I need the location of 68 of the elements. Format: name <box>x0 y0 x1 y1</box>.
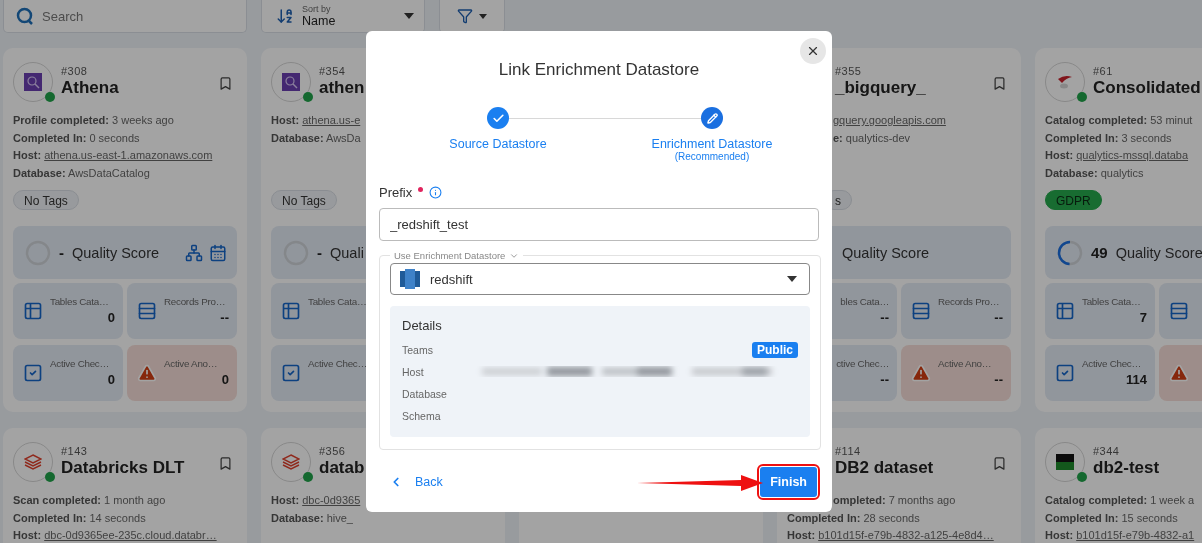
detail-label: Schema <box>402 410 442 422</box>
quality-label: Quali <box>330 244 364 261</box>
tag-chip: No Tags <box>271 190 337 210</box>
stat-tile: Active Ano… -- <box>901 345 1011 401</box>
datastore-name: _bigquery_ <box>835 77 926 99</box>
info-line: Completed In: 28 seconds <box>787 510 920 526</box>
stat-tile: Active Ano… 0 <box>127 345 237 401</box>
stat-tile: Active Chec… 114 <box>1045 345 1155 401</box>
info-line: Completed In: 0 seconds <box>13 130 140 146</box>
info-line: Database: hive_ <box>271 510 353 526</box>
info-line: e: qualytics-dev <box>833 130 911 146</box>
datastore-name: Athena <box>61 77 119 99</box>
datastore-number: #356 <box>319 445 347 457</box>
datastore-number: #354 <box>319 65 347 77</box>
info-line: Completed In: 3 seconds <box>1045 130 1172 146</box>
info-line: gquery.googleapis.com <box>833 113 946 128</box>
quality-score: - <box>317 244 322 261</box>
detail-label: Database <box>402 388 448 400</box>
stat-tile: Tables Cata… 0 <box>13 283 123 339</box>
info-line: Scan completed: 1 month ago <box>13 493 166 508</box>
datastore-number: #344 <box>1093 445 1121 457</box>
datastore-number: #114 <box>835 445 862 457</box>
datastore-name: Consolidated <box>1093 77 1201 99</box>
info-line: Host: b101d15f-e79b-4832-a125-4e8d4… <box>787 528 994 543</box>
step-label: Enrichment Datastore <box>651 137 773 151</box>
stat-tile: Records Pro… -- <box>127 283 237 339</box>
info-line: Database: qualytics <box>1045 165 1144 181</box>
info-line: Host: dbc-0d9365 <box>271 493 361 508</box>
info-line: Host: qualytics-mssql.databa <box>1045 148 1189 163</box>
tag-chip: GDPR <box>1045 190 1102 210</box>
info-line: Host: dbc-0d9365ee-235c.cloud.databr… <box>13 528 217 543</box>
info-line: Host: athena.us-e <box>271 113 361 128</box>
info-line: Database: AwsDa <box>271 130 361 146</box>
details-title: Details <box>402 318 443 333</box>
quality-score: - <box>59 244 64 261</box>
step-label: Source Datastore <box>449 137 547 151</box>
info-line: Profile completed: 3 weeks ago <box>13 113 174 128</box>
quality-score: 49 <box>1091 244 1108 261</box>
info-line: Completed In: 15 seconds <box>1045 510 1178 526</box>
stat-tile: Records Pro… -- <box>901 283 1011 339</box>
datastore-number: #61 <box>1093 65 1114 77</box>
quality-label: Quality Score <box>72 244 160 261</box>
datastore-name: datab <box>319 457 365 479</box>
stat-tile: Tables Cata… 7 <box>1045 283 1155 339</box>
tag-chip: No Tags <box>13 190 79 210</box>
datastore-name: Databricks DLT <box>61 457 185 479</box>
field-label: Prefix <box>379 185 413 200</box>
datastore-number: #143 <box>61 445 89 457</box>
info-line: Catalog completed: 1 week a <box>1045 493 1195 508</box>
datastore-number: #355 <box>835 65 863 77</box>
datastore-name: DB2 dataset <box>835 457 934 479</box>
step-note: (Recommended) <box>674 151 750 163</box>
quality-label: Quality Score <box>1115 244 1202 261</box>
quality-label: Quality Score <box>842 244 930 261</box>
info-line: Host: athena.us-east-1.amazonaws.com <box>13 148 213 163</box>
datastore-name: db2-test <box>1093 457 1160 479</box>
info-line: Catalog completed: 53 minut <box>1045 113 1193 128</box>
detail-label: Teams <box>402 344 434 356</box>
info-line: Host: b101d15f-e79b-4832-a1 <box>1045 528 1195 543</box>
team-badge: Public <box>752 342 798 358</box>
datastore-name: athen <box>319 77 365 99</box>
dialog-title: Link Enrichment Datastore <box>497 59 701 81</box>
info-line: ompleted: 7 months ago <box>833 493 956 508</box>
info-line: Database: AwsDataCatalog <box>13 165 150 181</box>
detail-label: Host <box>402 366 425 378</box>
stat-tile: Active Chec… 0 <box>13 345 123 401</box>
datastore-number: #308 <box>61 65 89 77</box>
info-line: Completed In: 14 seconds <box>13 510 146 526</box>
